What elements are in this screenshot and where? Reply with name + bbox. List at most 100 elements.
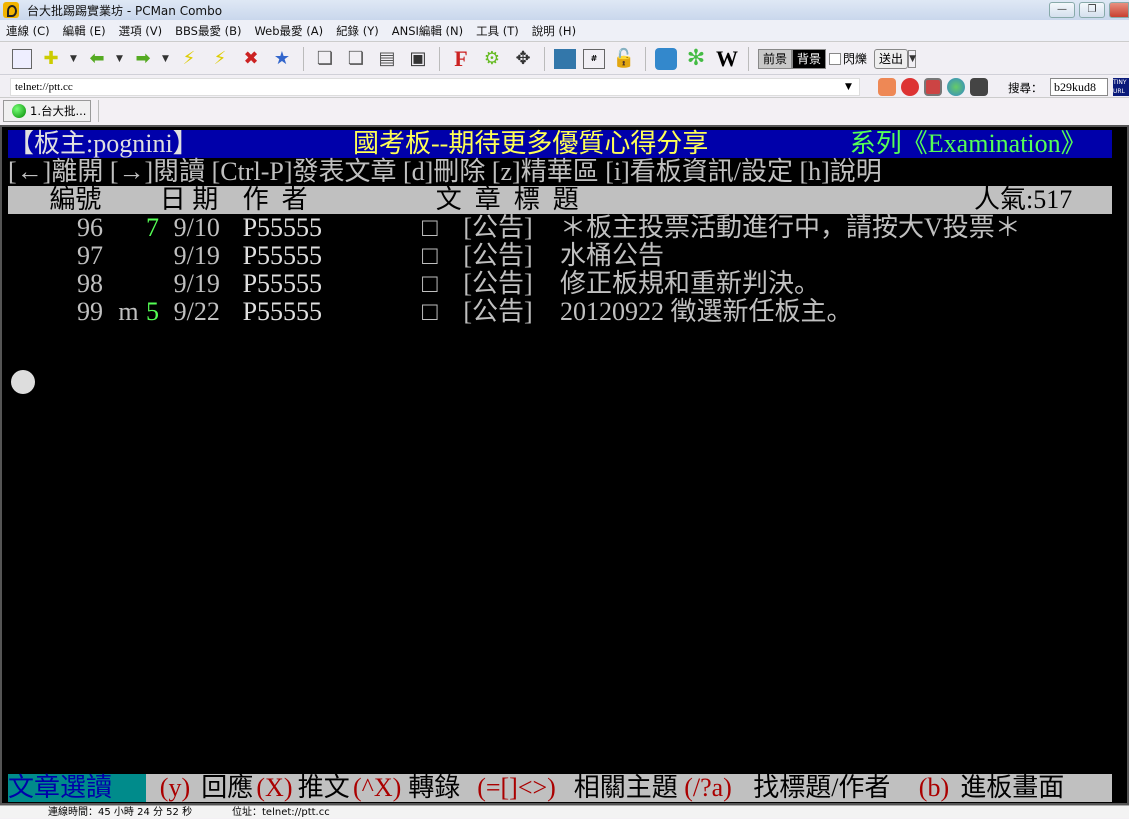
lock-icon[interactable]: 🔓	[612, 47, 636, 71]
home-icon[interactable]	[878, 78, 896, 96]
terminal-text: 9/22	[173, 297, 220, 326]
menu-help[interactable]: 說明 (H)	[532, 23, 576, 39]
terminal-text: P55555	[242, 297, 323, 326]
fullscreen-icon[interactable]: ✥	[511, 47, 535, 71]
terminal-text: □	[422, 297, 438, 326]
terminal-row: 編號 日 期作 者 文 章 標 題 人氣:517	[8, 186, 1112, 214]
minimize-button[interactable]: —	[1049, 2, 1075, 18]
reconnect-icon[interactable]: ⚡	[208, 47, 232, 71]
terminal-text: 作 者	[242, 185, 308, 214]
terminal-text: 相關主題	[573, 773, 678, 802]
tab-bar: 1.台大批...	[0, 98, 1129, 124]
flower-icon[interactable]: ✻	[684, 46, 708, 71]
terminal-text: 國考板--期待更多優質心得分享	[353, 129, 709, 158]
ansi-code-icon[interactable]: #	[583, 48, 605, 69]
tab-connection-1[interactable]: 1.台大批...	[3, 100, 91, 122]
terminal-text: 97	[77, 241, 103, 270]
cursor-icon	[11, 370, 35, 394]
toolbar: ✚ ▼ ⬅ ▼ ➡ ▼ ⚡ ⚡ ✖ ★ ❏ ❏ ▤ ▣ F ⚙ ✥ # 🔓 ✻ W 前…	[0, 43, 1129, 75]
back-arrow-icon[interactable]: ⬅	[85, 47, 109, 71]
search-input[interactable]: b29kud8	[1050, 78, 1108, 96]
app-logo-icon	[3, 2, 19, 18]
new-connection-icon[interactable]: ✚	[39, 47, 63, 71]
terminal-text: 96	[77, 213, 103, 242]
terminal-text: 5	[146, 297, 159, 326]
connection-time: 連線時間：45 小時 24 分 52 秒	[48, 807, 193, 818]
close-all-icon[interactable]: ✖	[239, 47, 263, 71]
chevron-down-icon[interactable]: ▼	[116, 54, 124, 64]
terminal-text: 人氣:517	[974, 185, 1073, 214]
menu-bbs-favorites[interactable]: BBS最愛 (B)	[175, 23, 241, 39]
add-favorite-icon[interactable]: ★	[270, 47, 294, 71]
send-button[interactable]: 送出	[874, 48, 909, 69]
screen-icon[interactable]	[554, 48, 576, 69]
copy-icon[interactable]: ❏	[313, 47, 337, 71]
disconnect-icon[interactable]: ⚡	[177, 47, 201, 71]
copy-ansi-icon[interactable]: ❏	[344, 47, 368, 71]
terminal-text: 日 期	[159, 185, 219, 214]
blink-checkbox[interactable]	[829, 52, 842, 65]
address-input[interactable]: telnet://ptt.cc	[10, 78, 860, 96]
font-icon[interactable]: F	[449, 46, 473, 71]
terminal-text: (/?a)	[684, 773, 732, 802]
terminal-text: 找標題/作者	[753, 773, 891, 802]
chevron-down-icon[interactable]: ▼	[70, 54, 78, 64]
status-bar: 連線時間：45 小時 24 分 52 秒 位址：telnet://ptt.cc	[0, 805, 1129, 818]
terminal-text: 推文	[297, 773, 350, 802]
terminal-row: [←]離開 [→]閱讀 [Ctrl-P]發表文章 [d]刪除 [z]精華區 [i…	[8, 158, 1112, 186]
terminal-text: 99	[77, 297, 103, 326]
menu-ansi-edit[interactable]: ANSI編輯 (N)	[392, 23, 463, 39]
window-title: 台大批踢踢實業坊 - PCMan Combo	[27, 3, 223, 18]
site-list-icon[interactable]	[12, 48, 32, 69]
terminal-text: (y)	[159, 773, 191, 802]
block-icon[interactable]	[901, 78, 919, 96]
find-icon[interactable]: ▣	[406, 47, 430, 71]
send-dropdown-icon[interactable]: ▼	[908, 49, 917, 68]
globe-icon[interactable]	[947, 78, 965, 96]
tinyurl-button[interactable]: TINY URL	[1113, 78, 1129, 96]
terminal-text: □	[422, 241, 438, 270]
terminal-text: □	[422, 213, 438, 242]
terminal-text: □	[422, 269, 438, 298]
terminal-text: [公告]	[463, 269, 533, 298]
terminal-text: 98	[77, 269, 103, 298]
menu-bar: 連線 (C) 編輯 (E) 選項 (V) BBS最愛 (B) Web最愛 (A)…	[0, 20, 1129, 42]
menu-connection[interactable]: 連線 (C)	[6, 23, 50, 39]
menu-log[interactable]: 紀錄 (Y)	[336, 23, 379, 39]
menu-edit[interactable]: 編輯 (E)	[63, 23, 106, 39]
terminal-text: 20120922 徵選新任板主。	[560, 297, 853, 326]
terminal-text: (X)	[256, 773, 293, 802]
menu-options[interactable]: 選項 (V)	[119, 23, 163, 39]
terminal-text: [公告]	[463, 297, 533, 326]
title-bar: 台大批踢踢實業坊 - PCMan Combo — ❐	[0, 0, 1129, 20]
settings-gear-icon[interactable]: ⚙	[480, 47, 504, 71]
terminal-text: 文 章 標 題	[435, 185, 579, 214]
background-button[interactable]: 背景	[792, 48, 827, 69]
restore-button[interactable]: ❐	[1079, 2, 1105, 18]
terminal-text: 9/10	[173, 213, 220, 242]
terminal-text: 文章選讀	[8, 774, 146, 802]
chevron-down-icon[interactable]: ▼	[162, 54, 170, 64]
terminal-text: 7	[146, 213, 159, 242]
terminal-text: 編號	[49, 185, 102, 214]
paste-icon[interactable]: ▤	[375, 47, 399, 71]
terminal-text: P55555	[242, 269, 323, 298]
wikipedia-icon[interactable]: W	[715, 46, 739, 71]
foreground-button[interactable]: 前景	[758, 48, 793, 69]
terminal-text: [公告]	[463, 213, 533, 242]
close-button[interactable]	[1109, 2, 1129, 18]
pcman-icon[interactable]	[655, 47, 677, 70]
menu-web-favorites[interactable]: Web最愛 (A)	[254, 23, 323, 39]
terminal-row: 【板主:pognini】 國考板--期待更多優質心得分享 系列《Examinatio…	[8, 130, 1112, 158]
terminal-text: 轉錄	[408, 773, 461, 802]
terminal-text: 【板主:pognini】	[8, 129, 199, 158]
block-window-icon[interactable]	[924, 78, 942, 96]
terminal-text: (b)	[918, 773, 950, 802]
terminal-text: P55555	[242, 241, 323, 270]
address-dropdown-icon[interactable]: ▼	[845, 82, 852, 92]
forward-arrow-icon[interactable]: ➡	[131, 47, 155, 71]
address-bar: telnet://ptt.cc ▼ 搜尋： b29kud8 TINY URL	[0, 76, 1129, 98]
menu-tools[interactable]: 工具 (T)	[476, 23, 519, 39]
terminal-screen[interactable]: 【板主:pognini】 國考板--期待更多優質心得分享 系列《Examinatio…	[0, 125, 1129, 805]
terminal-icon[interactable]	[970, 78, 988, 96]
